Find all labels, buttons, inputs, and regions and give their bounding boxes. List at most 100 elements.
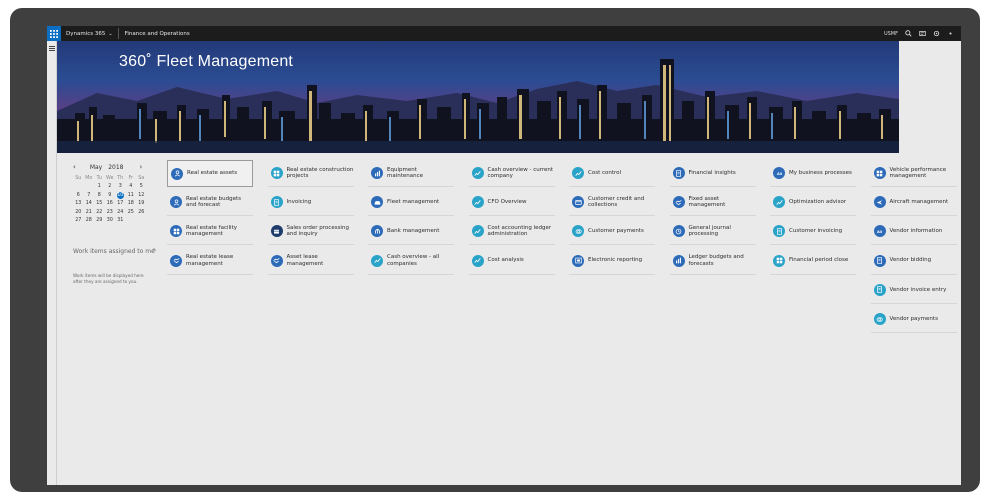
workspace-tile[interactable]: All My business processes	[770, 160, 856, 187]
message-icon[interactable]	[919, 30, 926, 37]
search-icon[interactable]	[905, 30, 912, 37]
tile-label: Customer payments	[588, 228, 644, 235]
calendar-day[interactable]: 1	[94, 183, 105, 192]
workspace-tile[interactable]: Real estate facility management	[167, 218, 253, 246]
workspace-tile[interactable]: Sales order processing and inquiry	[267, 218, 354, 246]
workspace-tile[interactable]: Equipment maintenance	[368, 160, 454, 187]
workspace-tile[interactable]: Financial period close	[770, 248, 856, 275]
workspace-tile[interactable]: Electronic reporting	[569, 248, 655, 275]
handshake-icon	[170, 254, 182, 267]
calendar-day[interactable]: 21	[84, 208, 95, 217]
calendar-day[interactable]: 23	[105, 208, 116, 217]
help-icon[interactable]	[947, 30, 954, 37]
grid-icon	[773, 254, 785, 267]
calendar-day[interactable]: 29	[94, 217, 105, 226]
company-picker[interactable]: USMF	[884, 31, 898, 37]
calendar-day[interactable]: 16	[105, 200, 116, 209]
workspace-tile[interactable]: Ledger budgets and forecasts	[669, 248, 756, 275]
dynamics-365-menu[interactable]: Dynamics 365 ⌄	[61, 26, 118, 41]
calendar-day[interactable]: 6	[73, 191, 84, 200]
calendar-today[interactable]: 10	[116, 191, 124, 199]
workspace-tile[interactable]: Optimization advisor	[770, 189, 856, 217]
calendar-day[interactable]: 28	[84, 217, 95, 226]
tile-label: Cash overview - current company	[487, 166, 554, 179]
document-icon	[873, 283, 886, 296]
calendar-day[interactable]: 8	[94, 191, 105, 200]
top-navigation-bar: Dynamics 365 ⌄ Finance and Operations US…	[47, 26, 961, 41]
workspace-tile[interactable]: Vehicle performance management	[870, 160, 957, 187]
document-icon	[672, 167, 685, 179]
svg-text:All: All	[776, 171, 781, 175]
workspace-tile[interactable]: Customer credit and collections	[569, 189, 655, 217]
calendar-day[interactable]: 26	[136, 208, 147, 217]
calendar-day[interactable]: 3	[115, 183, 126, 192]
calendar-day[interactable]: 25	[126, 208, 137, 217]
workspace-tile[interactable]: Asset lease management	[267, 248, 354, 275]
calendar-day[interactable]: 19	[136, 200, 147, 209]
work-items-header[interactable]: Work items assigned to me ^	[73, 248, 159, 256]
calendar-day[interactable]: 30	[105, 217, 116, 226]
workspace-tile[interactable]: CFO Overview	[468, 189, 555, 217]
tile-label: Real estate lease management	[186, 254, 234, 267]
workspace-tile[interactable]: Cash overview - current company	[468, 160, 555, 187]
calendar-day[interactable]: 14	[84, 200, 95, 209]
tile-label: Cost accounting ledger administration	[487, 225, 552, 238]
workspace-tile[interactable]: Cash overview - all companies	[368, 248, 454, 275]
hamburger-menu-icon[interactable]	[49, 46, 55, 51]
previous-month-icon[interactable]: ‹	[73, 163, 76, 171]
calendar-day[interactable]: 20	[73, 208, 84, 217]
workspace-tile[interactable]: Aircraft management	[870, 189, 957, 217]
calendar-day[interactable]: 18	[126, 200, 137, 209]
tile-label: Vendor invoice entry	[889, 286, 947, 293]
workspace-tile[interactable]: Bank management	[368, 218, 454, 246]
handshake-icon	[672, 196, 685, 209]
calendar-day[interactable]: 12	[136, 191, 147, 200]
workspace-tile[interactable]: Real estate budgets and forecast	[167, 189, 253, 217]
device-frame: Dynamics 365 ⌄ Finance and Operations US…	[10, 8, 980, 492]
workspace-tile[interactable]: Invoicing	[267, 189, 354, 217]
calendar-day[interactable]: 24	[115, 208, 126, 217]
calendar-day[interactable]: 7	[84, 191, 95, 200]
calendar-day[interactable]: 27	[73, 217, 84, 226]
calendar-day[interactable]: 13	[73, 200, 84, 209]
workspace-tile[interactable]: Real estate construction projects	[267, 160, 354, 187]
workspace-tile[interactable]: Customer invoicing	[770, 218, 856, 246]
tile-label: Fleet management	[387, 199, 440, 206]
workspace-tile[interactable]: Cost accounting ledger administration	[468, 218, 555, 246]
settings-icon[interactable]	[933, 30, 940, 37]
calendar-day[interactable]: 9	[105, 191, 116, 200]
calendar-day[interactable]: 2	[105, 183, 116, 192]
calendar-day[interactable]: 4	[126, 183, 137, 192]
calendar-header: ‹ May 2018 ›	[73, 162, 159, 172]
trend-icon	[471, 254, 484, 267]
workspace-tile[interactable]: Cost analysis	[468, 248, 555, 275]
workspace-tile[interactable]: General journal processing	[669, 218, 756, 246]
workspace-tile[interactable]: Fleet management	[368, 189, 454, 217]
app-launcher-icon[interactable]	[47, 26, 61, 41]
workspace-tile[interactable]: Fixed asset management	[669, 189, 756, 217]
workspace-tile[interactable]: Vendor bidding	[870, 248, 957, 275]
tile-label: Equipment maintenance	[387, 166, 424, 179]
chevron-up-icon[interactable]: ^	[151, 248, 157, 256]
calendar-day[interactable]: 15	[94, 200, 105, 209]
next-month-icon[interactable]: ›	[140, 163, 143, 171]
workspace-tile[interactable]: Vendor payments	[870, 306, 957, 333]
workspace-tile[interactable]: All Vendor information	[870, 218, 957, 246]
chart-icon	[371, 167, 383, 179]
plane-icon	[873, 196, 886, 209]
workspace-title: 360˚ Fleet Management	[119, 53, 294, 70]
workspace-tile[interactable]: Real estate assets	[167, 160, 253, 187]
document-icon	[773, 225, 785, 238]
calendar-day[interactable]: 22	[94, 208, 105, 217]
tile-label: Asset lease management	[286, 254, 324, 267]
calendar-day[interactable]: 5	[136, 183, 147, 192]
calendar-day[interactable]: 17	[115, 200, 126, 209]
calendar-day[interactable]: 11	[126, 191, 137, 200]
workspace-tile[interactable]: Cost control	[569, 160, 655, 187]
workspace-tile[interactable]: Vendor invoice entry	[870, 277, 957, 304]
calendar-day[interactable]: 31	[115, 217, 126, 226]
workspace-tile[interactable]: Real estate lease management	[167, 248, 253, 275]
workspace-tile[interactable]: Customer payments	[569, 218, 655, 246]
tile-label: CFO Overview	[487, 199, 527, 206]
workspace-tile[interactable]: Financial insights	[669, 160, 756, 187]
